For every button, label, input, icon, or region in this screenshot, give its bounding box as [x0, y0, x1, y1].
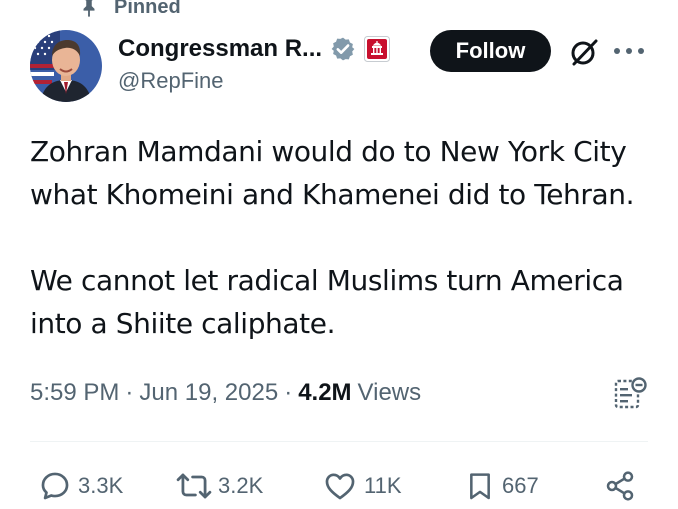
- avatar[interactable]: [30, 30, 102, 102]
- tweet-text-line: what Khomeini and Khamenei did to Tehran…: [30, 178, 635, 211]
- reply-icon: [41, 472, 69, 500]
- like-count: 11K: [364, 473, 402, 498]
- bookmark-count: 667: [502, 473, 539, 498]
- author-display-name[interactable]: Congressman R...: [118, 35, 322, 63]
- follow-button[interactable]: Follow: [430, 30, 551, 72]
- divider: [30, 441, 648, 442]
- reply-button[interactable]: 3.3K: [38, 468, 123, 504]
- tweet-text-line: into a Shiite caliphate.: [30, 307, 336, 340]
- repost-icon: [176, 473, 212, 499]
- meta-separator: ·: [284, 379, 293, 406]
- tweet-text-line: Zohran Mamdani would do to New York City: [30, 135, 627, 168]
- repost-button[interactable]: 3.2K: [176, 468, 263, 504]
- view-activity-icon[interactable]: [612, 375, 648, 411]
- author-handle[interactable]: @RepFine: [118, 68, 224, 94]
- meta-separator: ·: [125, 379, 134, 406]
- pinned-indicator: Pinned: [78, 0, 181, 20]
- more-options-icon[interactable]: [612, 44, 646, 58]
- reply-count: 3.3K: [78, 473, 124, 498]
- like-button[interactable]: 11K: [322, 468, 402, 504]
- congress-affiliation-icon[interactable]: [364, 36, 391, 62]
- tweet-date[interactable]: Jun 19, 2025: [139, 379, 278, 407]
- repost-count: 3.2K: [218, 473, 264, 498]
- tweet-time[interactable]: 5:59 PM: [30, 379, 119, 407]
- tweet-text: Zohran Mamdani would do to New York City…: [30, 130, 660, 345]
- tweet-text-line: We cannot let radical Muslims turn Ameri…: [30, 264, 624, 297]
- grok-icon[interactable]: [568, 36, 600, 68]
- views-count: 4.2M: [298, 379, 352, 406]
- pin-icon: [83, 0, 95, 18]
- bookmark-icon: [470, 473, 490, 500]
- heart-icon: [325, 473, 355, 500]
- tweet-meta: 5:59 PM · Jun 19, 2025 · 4.2M Views: [30, 375, 421, 411]
- verified-badge-icon[interactable]: [330, 36, 356, 62]
- share-button[interactable]: [604, 468, 636, 504]
- views-label: Views: [357, 379, 422, 406]
- pinned-label: Pinned: [114, 0, 181, 18]
- share-icon: [606, 471, 634, 501]
- bookmark-button[interactable]: 667: [464, 468, 539, 504]
- author-name-row: Congressman R...: [118, 30, 391, 68]
